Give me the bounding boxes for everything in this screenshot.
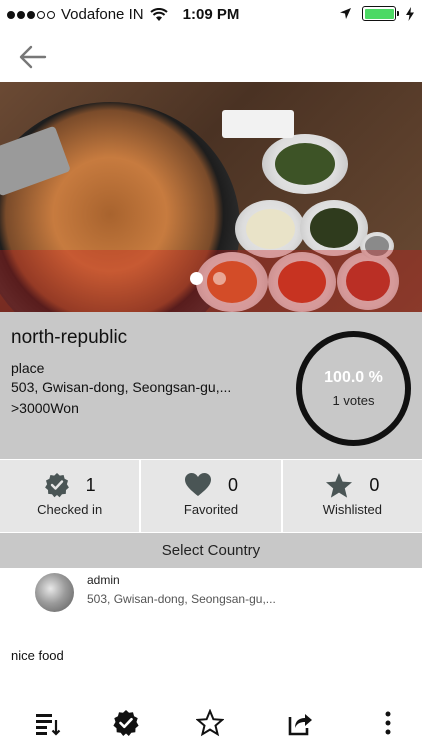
check-badge-icon[interactable] [112,709,140,737]
comment-text: nice food [11,648,64,663]
rating-circle: 100.0 % 1 votes [296,331,411,446]
comment-item[interactable]: admin 503, Gwisan-dong, Seongsan-gu,... [0,570,422,630]
nav-bar [0,30,422,82]
place-name: north-republic [11,327,128,348]
star-outline-icon[interactable] [196,709,224,737]
back-arrow-icon[interactable] [18,44,48,70]
charging-icon [406,6,414,21]
place-price: >3000Won [11,400,79,416]
more-vertical-icon[interactable] [374,709,402,737]
sort-list-icon[interactable] [34,709,62,737]
pager-dot-active[interactable] [190,272,203,285]
stat-favorited[interactable]: 0 Favorited [139,460,280,532]
stat-label: Wishlisted [322,502,382,517]
place-info-panel: north-republic place 503, Gwisan-dong, S… [0,312,422,459]
pager-dot[interactable] [213,272,226,285]
check-badge-icon [44,473,69,498]
select-country-button[interactable]: Select Country [0,533,422,568]
hero-image[interactable] [0,82,422,312]
stat-count: 1 [85,474,96,495]
bottom-toolbar [0,703,422,743]
comment-address: 503, Gwisan-dong, Seongsan-gu,... [87,592,276,606]
side-dish-bowl [262,134,348,194]
sauce-tray [222,110,294,138]
star-icon [326,473,353,498]
stat-count: 0 [227,474,238,495]
location-arrow-icon [340,8,351,19]
avatar [35,573,74,612]
stats-bar: 1 Checked in 0 Favorited 0 Wishlisted [0,460,422,532]
side-dish-bowl [300,200,368,256]
stat-count: 0 [369,475,380,495]
stat-label: Favorited [183,502,239,517]
battery-icon [362,6,399,21]
heart-icon [184,473,211,496]
stat-wishlisted[interactable]: 0 Wishlisted [280,460,422,532]
rating-votes: 1 votes [332,393,375,408]
place-type: place [11,360,45,376]
status-bar: Vodafone IN 1:09 PM [0,0,422,30]
comment-username: admin [87,573,120,587]
rating-percent: 100.0 % [324,369,383,386]
stat-label: Checked in [37,502,103,517]
stat-checked-in[interactable]: 1 Checked in [0,460,139,532]
status-right [339,6,414,21]
image-pager [190,272,226,285]
share-icon[interactable] [286,709,314,737]
place-address: 503, Gwisan-dong, Seongsan-gu,... [11,379,232,395]
battery-fill [364,8,394,19]
